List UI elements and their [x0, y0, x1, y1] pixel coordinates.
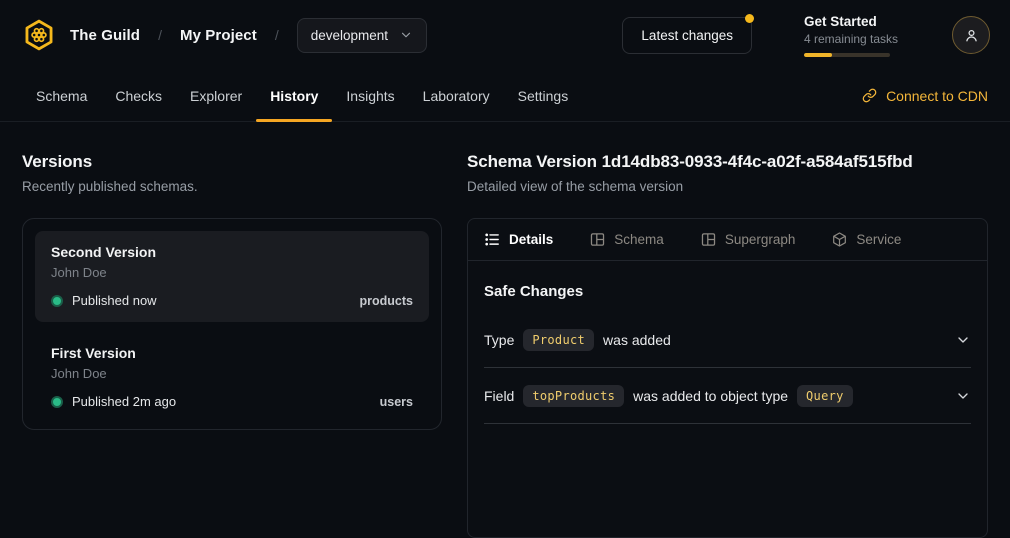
- version-service: users: [380, 395, 413, 409]
- tab-label: Explorer: [190, 88, 242, 104]
- tab-checks[interactable]: Checks: [101, 70, 176, 121]
- breadcrumb-separator: /: [275, 27, 279, 43]
- tab-label: Schema: [36, 88, 87, 104]
- get-started-subtitle: 4 remaining tasks: [804, 32, 898, 46]
- detail-tab-label: Supergraph: [725, 232, 796, 247]
- tab-history[interactable]: History: [256, 70, 332, 121]
- top-bar: The Guild / My Project / development Lat…: [0, 0, 1010, 70]
- detail-tab-label: Details: [509, 232, 553, 247]
- list-icon: [484, 231, 501, 248]
- published-dot-icon: [51, 396, 63, 408]
- detail-content: Safe Changes Type Product was added Fiel…: [468, 261, 987, 424]
- version-status: Published 2m ago: [72, 394, 176, 409]
- change-text: was added: [603, 332, 671, 348]
- notification-dot: [745, 14, 754, 23]
- version-service: products: [360, 294, 413, 308]
- breadcrumb-separator: /: [158, 27, 162, 43]
- change-row-type-added[interactable]: Type Product was added: [484, 312, 971, 368]
- chevron-down-icon[interactable]: [955, 332, 971, 348]
- version-detail-card: Details Schema Sup: [467, 218, 988, 538]
- schema-version-subtitle: Detailed view of the schema version: [467, 179, 988, 194]
- versions-subtitle: Recently published schemas.: [22, 179, 442, 194]
- change-code: Product: [523, 329, 594, 351]
- get-started-progress: [804, 53, 890, 57]
- version-author: John Doe: [51, 265, 413, 280]
- chevron-down-icon[interactable]: [955, 388, 971, 404]
- top-bar-right: Latest changes Get Started 4 remaining t…: [622, 14, 990, 57]
- detail-tab-label: Schema: [614, 232, 664, 247]
- cube-icon: [831, 231, 848, 248]
- tab-label: Insights: [346, 88, 394, 104]
- tab-label: History: [270, 88, 318, 104]
- environment-select[interactable]: development: [297, 18, 427, 53]
- detail-tab-details[interactable]: Details: [484, 231, 553, 248]
- change-text: Field: [484, 388, 514, 404]
- tab-label: Laboratory: [423, 88, 490, 104]
- user-icon: [963, 27, 980, 44]
- latest-changes-button[interactable]: Latest changes: [622, 17, 752, 54]
- version-name: Second Version: [51, 244, 413, 260]
- published-dot-icon: [51, 295, 63, 307]
- version-name: First Version: [51, 345, 413, 361]
- get-started-title: Get Started: [804, 14, 898, 29]
- tab-settings[interactable]: Settings: [504, 70, 583, 121]
- detail-tab-supergraph[interactable]: Supergraph: [700, 231, 796, 248]
- columns-icon: [700, 231, 717, 248]
- link-icon: [862, 88, 877, 103]
- tab-label: Settings: [518, 88, 569, 104]
- tab-schema[interactable]: Schema: [22, 70, 101, 121]
- change-text: was added to object type: [633, 388, 788, 404]
- version-author: John Doe: [51, 366, 413, 381]
- schema-version-title: Schema Version 1d14db83-0933-4f4c-a02f-a…: [467, 152, 988, 172]
- user-menu-button[interactable]: [952, 16, 990, 54]
- change-row-field-added[interactable]: Field topProducts was added to object ty…: [484, 368, 971, 424]
- tab-explorer[interactable]: Explorer: [176, 70, 256, 121]
- connect-to-cdn-label: Connect to CDN: [886, 88, 988, 104]
- changes-list: Type Product was added Field topProducts…: [484, 312, 971, 424]
- latest-changes-label: Latest changes: [641, 28, 733, 43]
- detail-tab-label: Service: [856, 232, 901, 247]
- detail-tab-schema[interactable]: Schema: [589, 231, 664, 248]
- version-item-second[interactable]: Second Version John Doe Published now pr…: [35, 231, 429, 322]
- change-code: topProducts: [523, 385, 624, 407]
- connect-to-cdn-link[interactable]: Connect to CDN: [862, 70, 988, 121]
- versions-panel: Versions Recently published schemas. Sec…: [22, 152, 442, 538]
- version-detail-panel: Schema Version 1d14db83-0933-4f4c-a02f-a…: [467, 152, 988, 538]
- target-nav: Schema Checks Explorer History Insights …: [0, 70, 1010, 122]
- breadcrumb: The Guild / My Project / development: [22, 18, 427, 53]
- get-started-progress-fill: [804, 53, 832, 57]
- versions-list: Second Version John Doe Published now pr…: [22, 218, 442, 430]
- get-started-widget[interactable]: Get Started 4 remaining tasks: [804, 14, 898, 57]
- tab-label: Checks: [115, 88, 162, 104]
- columns-icon: [589, 231, 606, 248]
- version-status: Published now: [72, 293, 157, 308]
- version-item-first[interactable]: First Version John Doe Published 2m ago …: [35, 332, 429, 423]
- safe-changes-heading: Safe Changes: [484, 283, 971, 300]
- environment-select-value: development: [311, 28, 388, 43]
- org-name[interactable]: The Guild: [70, 27, 140, 44]
- detail-tabs: Details Schema Sup: [468, 219, 987, 261]
- nav-tabs: Schema Checks Explorer History Insights …: [22, 70, 582, 121]
- project-name[interactable]: My Project: [180, 27, 257, 44]
- tab-insights[interactable]: Insights: [332, 70, 408, 121]
- main-content: Versions Recently published schemas. Sec…: [0, 122, 1010, 538]
- versions-title: Versions: [22, 152, 442, 172]
- hive-logo-icon[interactable]: [22, 18, 56, 52]
- detail-tab-service[interactable]: Service: [831, 231, 901, 248]
- change-code: Query: [797, 385, 853, 407]
- chevron-down-icon: [399, 28, 413, 42]
- tab-laboratory[interactable]: Laboratory: [409, 70, 504, 121]
- change-text: Type: [484, 332, 514, 348]
